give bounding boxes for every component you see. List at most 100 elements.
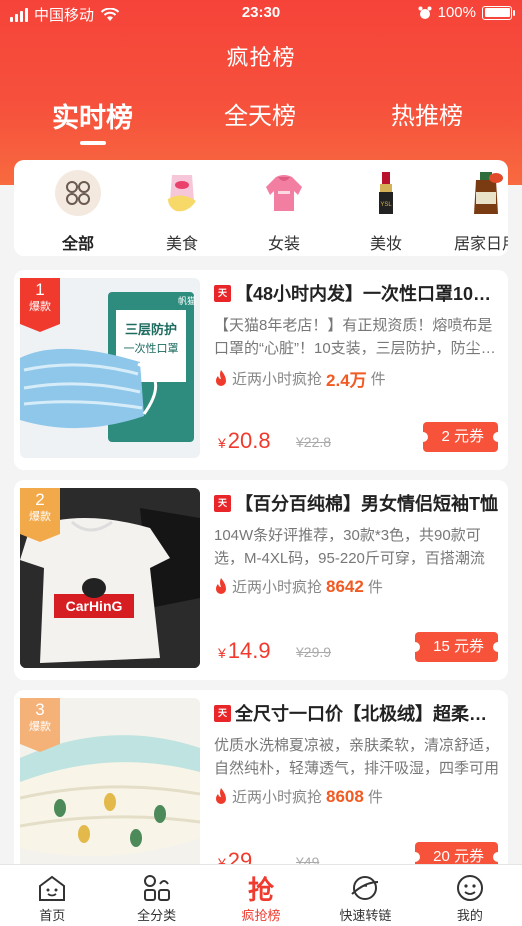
tab-hot-push[interactable]: 热推榜 [391,96,463,131]
nav-categories[interactable]: 全分类 [104,865,208,926]
bottom-nav: 首页 全分类 抢 疯抢榜 快速转链 我的 [0,864,522,926]
product-title[interactable]: 全尺寸一口价【北极绒】超柔夏凉被 [235,700,500,726]
nav-label: 我的 [456,908,483,923]
planet-icon [313,873,417,903]
nav-label: 全分类 [137,908,177,923]
sales-prefix: 近两小时疯抢 [232,789,323,806]
rank-badge: 2 爆款 [20,488,60,542]
sales-count: 8608 [326,786,364,806]
nav-home[interactable]: 首页 [0,865,104,926]
category-label: 全部 [61,236,94,253]
original-price: ¥22.8 [296,434,332,450]
sales-unit: 件 [367,579,383,596]
price-row: ¥20.8 ¥22.8 2 元券 [214,420,504,454]
nav-label: 首页 [39,908,66,923]
price-value: 14.9 [227,638,271,663]
smile-icon [418,873,522,903]
category-icon [104,873,208,903]
current-price: ¥20.8 [218,428,271,454]
tab-realtime[interactable]: 实时榜 [52,96,133,135]
alarm-icon [418,6,432,19]
category-food[interactable]: 美食 [142,170,222,254]
bottle-icon [463,170,508,216]
tmall-badge: 天猫 [214,704,231,735]
tmall-badge: 天猫 [214,494,231,525]
rank-badge: 3 爆款 [20,698,60,752]
ranking-tabs: 实时榜 全天榜 热推榜 [0,96,522,152]
price-value: 20.8 [227,428,271,453]
product-description: 104W条好评推荐，30款*3色，共90款可选，M-4XL码，95-220斤可穿… [214,527,485,567]
sales-count: 8642 [326,576,364,596]
nav-label: 疯抢榜 [241,908,281,923]
rank-number: 2 [35,490,45,509]
tmall-badge: 天猫 [214,284,231,315]
rank-number: 1 [35,280,45,299]
product-info: 天猫 全尺寸一口价【北极绒】超柔夏凉被 优质水洗棉夏凉被，亲肤柔软，清凉舒适，自… [214,700,500,807]
product-description: 【天猫8年老店！】有正规资质！熔喷布是口罩的“心脏”！10支装，三层防护，防尘透… [214,317,496,357]
snack-icon [159,170,205,216]
svg-text:CarHinG: CarHinG [66,598,123,614]
fire-icon [216,370,226,386]
sales-unit: 件 [370,371,386,388]
category-label: 美妆 [369,236,402,253]
page-title: 疯抢榜 [226,45,296,70]
product-info: 天猫 【48小时内发】一次性口罩10支装三层防护 【天猫8年老店！】有正规资质！… [214,280,500,391]
rank-tag: 爆款 [29,511,51,523]
current-price: ¥14.9 [218,638,271,664]
sales-info: 近两小时疯抢 8608 件 [214,786,500,807]
nav-quick-link[interactable]: 快速转链 [313,865,417,926]
grid-icon [55,170,101,216]
battery-percent: 100% [437,4,476,21]
status-bar: 中国移动 23:30 100% [0,0,522,28]
sales-prefix: 近两小时疯抢 [232,371,323,388]
sales-unit: 件 [367,789,383,806]
category-label: 居家日用 [453,236,508,253]
grab-icon-glyph: 抢 [248,875,275,906]
svg-text:一次性口罩: 一次性口罩 [124,341,179,355]
sales-info: 近两小时疯抢 8642 件 [214,576,500,597]
status-right: 100% [418,4,515,21]
lipstick-icon: YSL [363,170,409,216]
category-label: 女装 [267,236,300,253]
original-price: ¥29.9 [296,644,332,660]
price-row: ¥14.9 ¥29.9 15 元券 [214,630,504,664]
active-tab-indicator [80,141,106,145]
coupon-button[interactable]: 15 元券 [410,632,503,662]
nav-mine[interactable]: 我的 [418,865,522,926]
category-women-clothing[interactable]: 女装 [244,170,324,254]
tab-all-day[interactable]: 全天榜 [224,96,296,131]
rank-tag: 爆款 [29,721,51,733]
rank-tag: 爆款 [29,301,51,313]
svg-text:三层防护: 三层防护 [125,322,177,338]
title-row: 天猫 【48小时内发】一次性口罩10支装三层防护 [214,280,500,315]
home-icon [0,873,104,903]
title-row: 天猫 【百分百纯棉】男女情侣短袖T恤 [214,490,500,525]
sales-info: 近两小时疯抢 2.4万 件 [214,366,500,391]
hoodie-icon [261,170,307,216]
product-card[interactable]: 3 爆款 天猫 全尺寸一口价【北极绒】超柔夏凉被 优质水洗棉夏凉被，亲肤柔软，清… [14,690,508,890]
coupon-button[interactable]: 2 元券 [418,422,503,452]
category-all[interactable]: 全部 [38,170,118,254]
fire-icon [216,578,226,594]
sales-count: 2.4万 [326,371,367,390]
grab-icon: 抢 [209,873,313,906]
nav-grab-ranking[interactable]: 抢 疯抢榜 [209,865,313,926]
rank-badge: 1 爆款 [20,278,60,332]
fire-icon [216,788,226,804]
product-card[interactable]: 帆猫 三层防护 一次性口罩 1 爆款 天猫 【48小时内发】一次性口罩10支装三… [14,270,508,470]
category-household[interactable]: 居家日用 [446,170,508,254]
category-bar: 全部 美食 女装 YSL 美妆 居家日 [14,160,508,256]
product-title[interactable]: 【48小时内发】一次性口罩10支装三层防护 [235,280,500,306]
product-description: 优质水洗棉夏凉被，亲肤柔软，清凉舒适，自然纯朴，轻薄透气，排汗吸湿，四季可用 [214,737,500,777]
product-title[interactable]: 【百分百纯棉】男女情侣短袖T恤 [235,490,498,516]
product-card[interactable]: CarHinG 2 爆款 天猫 【百分百纯棉】男女情侣短袖T恤 104W条好评推… [14,480,508,680]
rank-number: 3 [35,700,45,719]
battery-icon [482,5,515,20]
product-info: 天猫 【百分百纯棉】男女情侣短袖T恤 104W条好评推荐，30款*3色，共90款… [214,490,500,597]
nav-label: 快速转链 [339,908,392,923]
svg-text:帆猫: 帆猫 [178,295,196,306]
currency-symbol: ¥ [218,645,226,661]
sales-prefix: 近两小时疯抢 [232,579,323,596]
svg-text:YSL: YSL [380,202,392,208]
category-beauty[interactable]: YSL 美妆 [346,170,426,254]
